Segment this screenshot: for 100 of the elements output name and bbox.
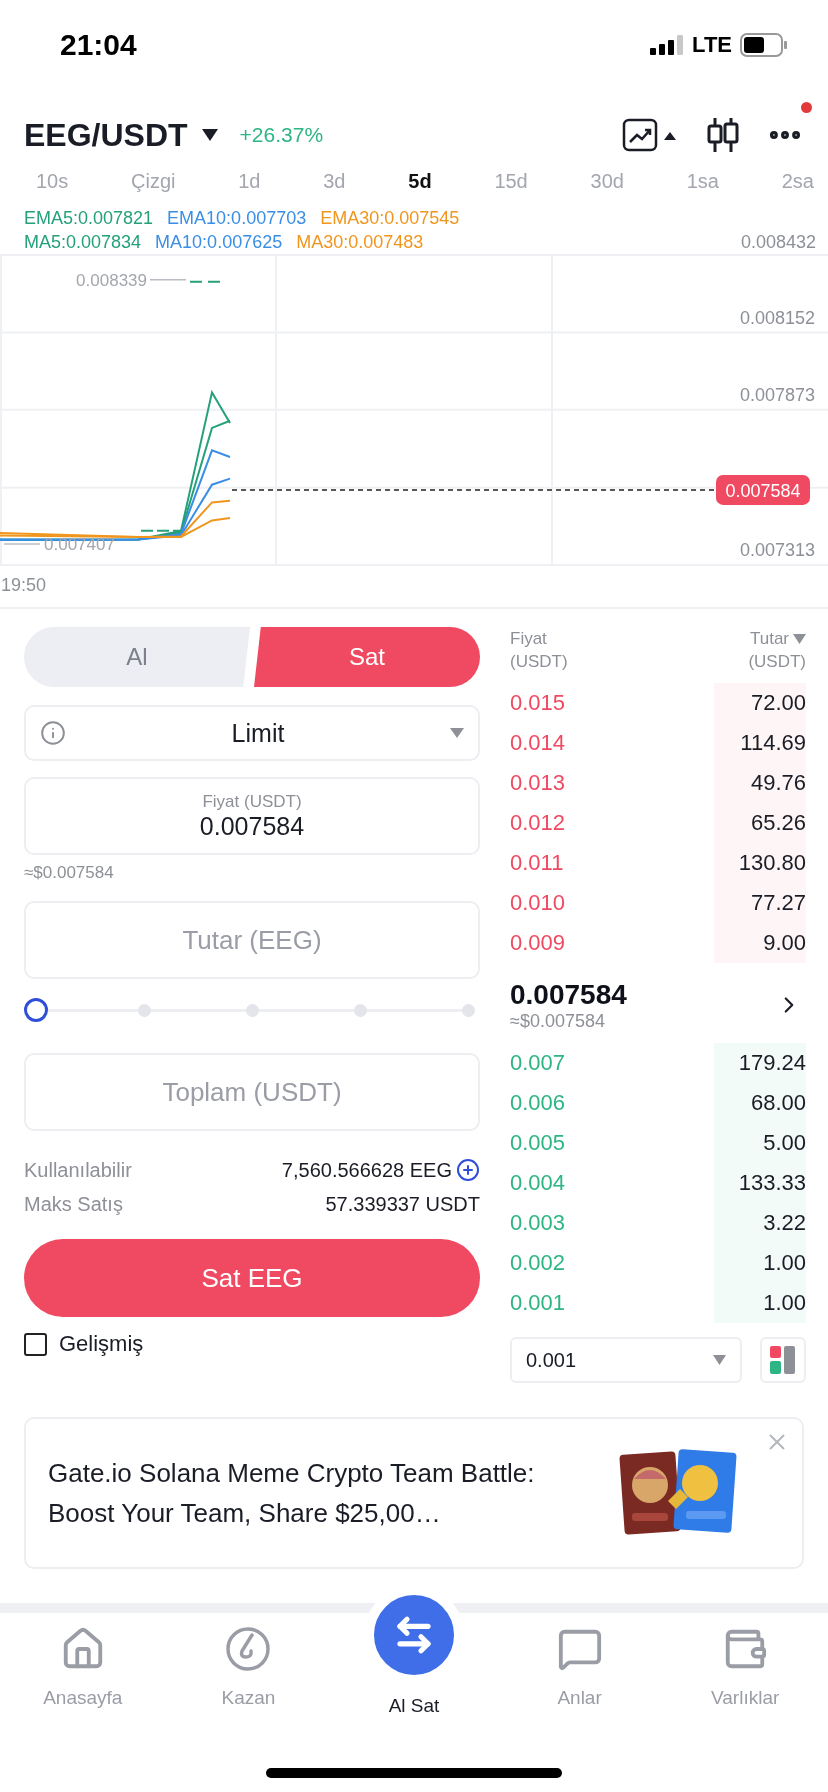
axis-label: 0.008432: [740, 232, 816, 252]
bid-amount: 179.24: [714, 1043, 806, 1083]
low-label: 0.007407: [44, 534, 115, 554]
battery-icon: [740, 33, 788, 57]
slider-stop[interactable]: [138, 1004, 151, 1017]
axis-label: 0.008152: [739, 307, 815, 328]
high-label: 0.008339: [76, 270, 147, 290]
bid-price[interactable]: 0.006: [510, 1090, 566, 1116]
bid-amount: 3.22: [714, 1203, 806, 1243]
candle-mark: [189, 280, 221, 283]
interval-tab[interactable]: 1d: [238, 170, 261, 193]
sort-caret-icon[interactable]: [793, 633, 806, 644]
bid-amount: 133.33: [714, 1163, 806, 1203]
slider-stop[interactable]: [246, 1004, 259, 1017]
interval-tab[interactable]: 1sa: [686, 170, 719, 193]
promo-banner[interactable]: Gate.io Solana Meme Crypto Team Battle: Boost Your Team, Share $25,00…: [24, 1417, 804, 1569]
layout-button[interactable]: [760, 1337, 806, 1383]
checkbox[interactable]: [24, 1332, 47, 1356]
bid-price[interactable]: 0.005: [510, 1130, 566, 1156]
column-header[interactable]: Tutar: [749, 627, 789, 650]
interval-tab[interactable]: Çizgi: [131, 170, 176, 193]
interval-tab[interactable]: 10s: [36, 170, 69, 193]
ask-price[interactable]: 0.011: [510, 850, 564, 876]
field-value: 0.007584: [199, 811, 305, 841]
total-field[interactable]: Toplam (USDT): [24, 1053, 480, 1131]
column-unit: (USDT): [748, 651, 806, 673]
sell-button[interactable]: Sat EEG: [24, 1239, 480, 1317]
last-price: 0.007584: [510, 978, 627, 1011]
caret-icon: [450, 728, 464, 738]
candle-mark: [140, 529, 182, 532]
nav-tab[interactable]: Varlıklar: [662, 1621, 828, 1717]
ask-price[interactable]: 0.013: [510, 770, 566, 796]
candlestick-icon[interactable]: [706, 116, 740, 154]
info-icon[interactable]: [40, 720, 66, 746]
ask-amount: 65.26: [714, 803, 806, 843]
column-header: Fiyat: [510, 628, 547, 650]
ask-price[interactable]: 0.014: [510, 730, 566, 756]
nav-tab[interactable]: Kazan: [165, 1621, 332, 1717]
interval-tab[interactable]: 5d: [408, 170, 432, 193]
interval-tab[interactable]: 15d: [494, 170, 528, 193]
ask-price[interactable]: 0.009: [510, 930, 566, 956]
side-tab[interactable]: Al: [24, 627, 250, 687]
side-tab[interactable]: Sat: [254, 627, 480, 687]
axis-label: 0.007313: [739, 540, 815, 560]
ask-amount: 77.27: [714, 883, 806, 923]
field-label: Fiyat (USDT): [202, 791, 302, 812]
balance-value: 57.339337 USDT: [325, 1192, 480, 1216]
indicator-value: MA10:0.007625: [155, 232, 283, 252]
network-label: LTE: [692, 32, 732, 58]
bid-price[interactable]: 0.001: [510, 1290, 566, 1316]
column-unit: (USDT): [510, 651, 568, 673]
precision-select[interactable]: 0.001: [510, 1337, 742, 1383]
slider-thumb[interactable]: [24, 998, 48, 1022]
ask-price[interactable]: 0.015: [510, 690, 566, 716]
ask-price[interactable]: 0.010: [510, 890, 566, 916]
caret-icon[interactable]: [201, 129, 218, 141]
interval-tab[interactable]: 3d: [323, 170, 346, 193]
status-time: 21:04: [60, 28, 137, 62]
price-change: +26.37%: [239, 123, 324, 147]
add-icon[interactable]: [456, 1158, 480, 1182]
bid-amount: 5.00: [714, 1123, 806, 1163]
balance-label: Kullanılabilir: [24, 1158, 132, 1182]
checkbox-label[interactable]: Gelişmiş: [59, 1331, 144, 1357]
indicator-value: MA5:0.007834: [24, 232, 142, 252]
banner-text: Gate.io Solana Meme Crypto Team Battle: Boost Your Team, Share $25,00…: [48, 1457, 536, 1530]
axis-label: 0.007873: [739, 384, 815, 405]
indicator-value: EMA5:0.007821: [24, 208, 154, 228]
time-label: 19:50: [1, 575, 47, 595]
ask-amount: 9.00: [714, 923, 806, 963]
pair-title[interactable]: EEG/USDT: [24, 116, 188, 154]
ask-amount: 49.76: [714, 763, 806, 803]
signal-icon: [650, 35, 685, 55]
caret-icon: [713, 1355, 726, 1365]
bid-amount: 1.00: [714, 1283, 806, 1323]
bid-amount: 68.00: [714, 1083, 806, 1123]
slider-stop[interactable]: [462, 1004, 475, 1017]
bid-price[interactable]: 0.002: [510, 1250, 566, 1276]
price-field[interactable]: Fiyat (USDT) 0.007584: [24, 777, 480, 855]
balance-label: Maks Satış: [24, 1192, 123, 1216]
usd-estimate: ≈$0.007584: [510, 1010, 606, 1032]
bid-amount: 1.00: [714, 1243, 806, 1283]
balance-value: 7,560.566628 EEG: [281, 1158, 452, 1182]
slider-stop[interactable]: [354, 1004, 367, 1017]
order-type-select[interactable]: Limit: [24, 705, 480, 761]
bid-price[interactable]: 0.004: [510, 1170, 566, 1196]
leader-line: [149, 279, 187, 281]
bid-price[interactable]: 0.003: [510, 1210, 566, 1236]
ask-price[interactable]: 0.012: [510, 810, 566, 836]
amount-field[interactable]: Tutar (EEG): [24, 901, 480, 979]
nav-tab[interactable]: Anlar: [496, 1621, 663, 1717]
interval-tab[interactable]: 30d: [590, 170, 624, 193]
usd-estimate: ≈$0.007584: [24, 863, 115, 883]
ask-amount: 130.80: [714, 843, 806, 883]
bid-price[interactable]: 0.007: [510, 1050, 566, 1076]
ask-amount: 72.00: [714, 683, 806, 723]
leader-line: [3, 543, 41, 545]
interval-tab[interactable]: 2sa: [781, 170, 814, 193]
nav-tab[interactable]: Anasayfa: [0, 1621, 166, 1717]
nav-tab[interactable]: Al Sat: [331, 1585, 497, 1717]
swirl-icon: [224, 1625, 273, 1673]
